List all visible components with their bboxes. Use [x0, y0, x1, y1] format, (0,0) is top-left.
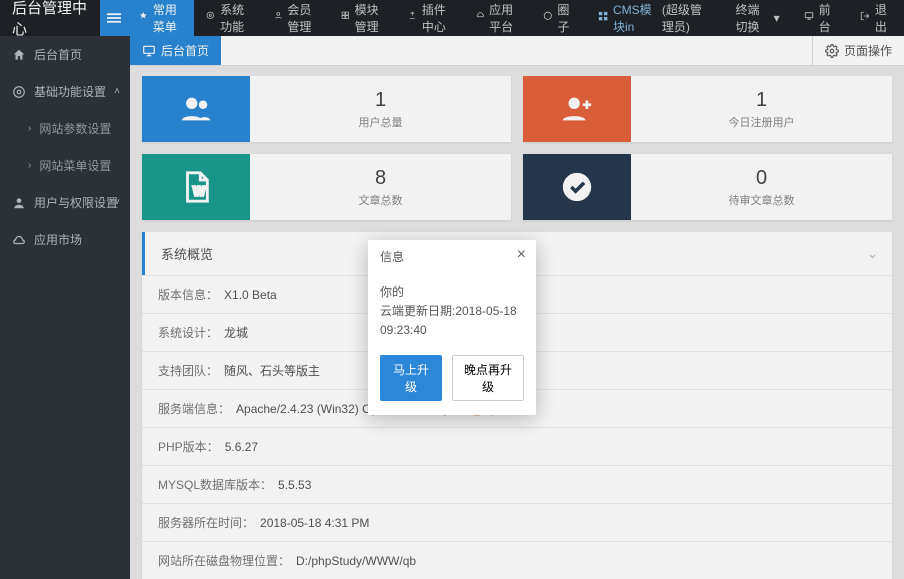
close-icon[interactable]: ×: [517, 246, 526, 264]
info-modal: 信息 × 你的 云端更新日期:2018-05-18 09:23:40 马上升级 …: [368, 240, 536, 415]
modal-mask: 信息 × 你的 云端更新日期:2018-05-18 09:23:40 马上升级 …: [0, 0, 904, 579]
modal-title: 信息: [368, 240, 536, 273]
modal-line1: 你的: [380, 283, 524, 302]
upgrade-now-button[interactable]: 马上升级: [380, 355, 442, 401]
upgrade-later-button[interactable]: 晚点再升级: [452, 355, 524, 401]
modal-line2: 云端更新日期:2018-05-18 09:23:40: [380, 302, 524, 340]
